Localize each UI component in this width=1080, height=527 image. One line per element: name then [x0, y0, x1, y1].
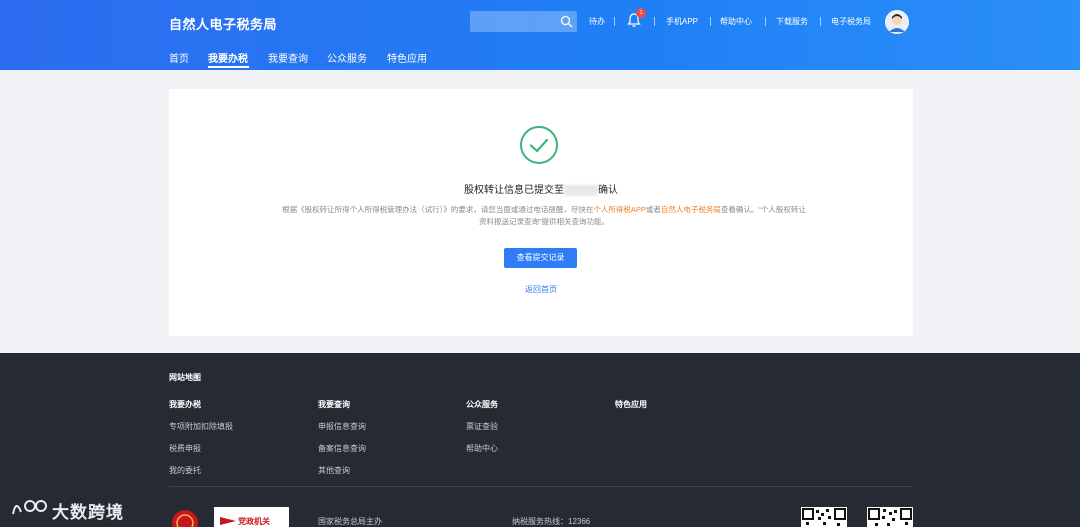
tab-public-service[interactable]: 公众服务	[327, 50, 367, 65]
help-center-link[interactable]: 帮助中心	[720, 16, 752, 27]
footer-divider	[169, 486, 913, 487]
top-links: 待办 手机APP 帮助中心 下载服务 电子税务局	[0, 16, 1080, 30]
divider	[614, 17, 615, 26]
sitemap-title: 网站地图	[169, 373, 201, 382]
gov-logo-icon	[220, 517, 236, 525]
footer-column-head: 公众服务	[466, 400, 498, 409]
back-home-link[interactable]: 返回首页	[169, 284, 913, 295]
top-header: 自然人电子税务局 待办 手机APP 帮助中心 下载服务 电子税务局 1 首页 我…	[0, 0, 1080, 70]
footer: 网站地图 我要办税 专项附加扣除填报 税费申报 我的委托 我要查询 申报信息查询…	[0, 353, 1080, 527]
footer-link[interactable]: 备案信息查询	[318, 443, 458, 454]
mobile-app-link[interactable]: 手机APP	[666, 16, 698, 27]
success-check-icon	[520, 126, 558, 164]
result-description: 根据《股权转让所得个人所得税管理办法（试行）》的要求，请您当面或通过电话提醒，尽…	[279, 204, 809, 228]
notification-badge: 1	[636, 8, 646, 18]
footer-column-tax-handling: 我要办税 专项附加扣除填报 税费申报 我的委托	[169, 399, 309, 487]
footer-column-query: 我要查询 申报信息查询 备案信息查询 其他查询	[318, 399, 458, 487]
divider	[820, 17, 821, 26]
avatar[interactable]	[885, 10, 909, 34]
divider	[654, 17, 655, 26]
footer-link[interactable]: 其他查询	[318, 465, 458, 476]
footer-hotline: 纳税服务热线：12366	[512, 517, 591, 526]
result-card: 股权转让信息已提交至 确认 根据《股权转让所得个人所得税管理办法（试行）》的要求，…	[169, 89, 913, 336]
view-records-button[interactable]: 查看提交记录	[504, 248, 577, 268]
result-title-suffix: 确认	[598, 185, 618, 196]
footer-link[interactable]: 帮助中心	[466, 443, 606, 454]
result-title: 股权转让信息已提交至 确认	[169, 181, 913, 196]
footer-link[interactable]: 票证查验	[466, 421, 606, 432]
national-emblem-icon	[172, 510, 198, 527]
active-tab-indicator	[208, 66, 249, 68]
tab-home[interactable]: 首页	[169, 50, 189, 65]
watermark-logo-icon	[12, 500, 47, 515]
desc-text-2: ，尽快在	[563, 205, 594, 214]
download-link[interactable]: 下载服务	[776, 16, 808, 27]
redacted-name	[564, 184, 598, 196]
qr-code-icon	[801, 507, 847, 527]
footer-column-head: 特色应用	[615, 400, 647, 409]
qr-code-icon	[867, 507, 913, 527]
tab-query[interactable]: 我要查询	[268, 50, 308, 65]
footer-link[interactable]: 专项附加扣除填报	[169, 421, 309, 432]
footer-link[interactable]: 税费申报	[169, 443, 309, 454]
user-avatar-icon	[885, 10, 909, 34]
main-nav: 首页 我要办税 我要查询 公众服务 特色应用	[0, 50, 1080, 70]
footer-link[interactable]: 我的委托	[169, 465, 309, 476]
tab-tax-handling[interactable]: 我要办税	[208, 50, 248, 65]
footer-column-head: 我要查询	[318, 400, 350, 409]
watermark-text: 大数跨境	[52, 503, 124, 522]
divider	[710, 17, 711, 26]
footer-link[interactable]: 申报信息查询	[318, 421, 458, 432]
result-title-prefix: 股权转让信息已提交至	[464, 185, 564, 196]
footer-host: 国家税务总局主办	[318, 517, 382, 526]
todo-link[interactable]: 待办	[589, 16, 605, 27]
e-tax-bureau-link[interactable]: 自然人电子税务局	[661, 205, 721, 214]
e-tax-bureau-link[interactable]: 电子税务局	[831, 16, 871, 27]
desc-text-1: 根据《股权转让所得个人所得税管理办法（试行）》的要求，请您当面或通过电话提醒	[282, 205, 564, 214]
gov-logo-text: 党政机关	[238, 517, 270, 526]
tax-app-link[interactable]: 个人所得税APP	[593, 205, 646, 214]
footer-column-featured-apps: 特色应用	[615, 399, 755, 421]
footer-column-public-service: 公众服务 票证查验 帮助中心	[466, 399, 606, 465]
tab-featured-apps[interactable]: 特色应用	[387, 50, 427, 65]
desc-text-3: 或者	[645, 205, 661, 214]
footer-column-head: 我要办税	[169, 400, 201, 409]
divider	[765, 17, 766, 26]
gov-agency-logo[interactable]: 党政机关	[214, 507, 289, 527]
